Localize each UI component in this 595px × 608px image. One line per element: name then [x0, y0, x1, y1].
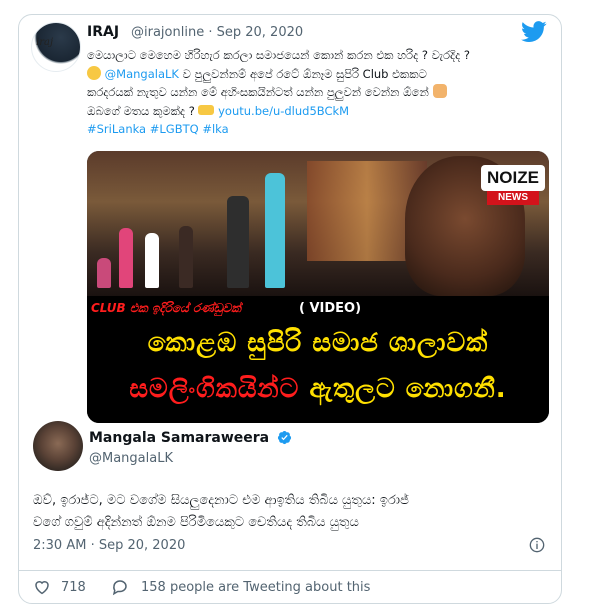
heart-icon[interactable]	[33, 578, 51, 596]
quoted-text-line4: ඔබගේ මතය කුමක්ද ?	[87, 103, 195, 118]
main-text-line1: ඔව්, ඉරාජ්ට, මට වගේම සියලුදෙනාට එම ආඉතිය…	[33, 493, 409, 508]
dancer-figure	[265, 173, 285, 288]
main-author-name[interactable]: Mangala Samaraweera	[89, 430, 269, 446]
noize-news-logo: NOIZE NEWS	[481, 165, 545, 207]
avatar-signature: iraj	[36, 37, 54, 48]
noize-logo-top: NOIZE	[481, 165, 545, 191]
tweeting-about-action[interactable]: 158 people are Tweeting about this	[111, 578, 370, 596]
divider	[19, 570, 561, 571]
dancer-figure	[179, 226, 193, 288]
main-tweet-text: ඔව්, ඉරාජ්ට, මට වගේම සියලුදෙනාට එම ආඉතිය…	[33, 490, 549, 534]
info-icon[interactable]	[529, 537, 545, 553]
quoted-author-handle[interactable]: @irajonline	[131, 25, 204, 40]
headline-line2-red: සමලිංගිකයින්ට	[129, 374, 300, 404]
main-author-handle[interactable]: @MangalaLK	[89, 451, 173, 466]
quoted-tweet[interactable]: iraj IRAJ @irajonline · Sep 20, 2020 මෙය…	[19, 15, 561, 425]
reply-bubble-icon[interactable]	[111, 578, 129, 596]
shrug-emoji-icon	[432, 84, 447, 98]
quoted-text-line2: ව පුලුවන්නම් අපේ රටේ ඕනෑම සුපිරි Club එක…	[182, 66, 427, 81]
headline-line2: සමලිංගිකයින්ට ඇතුලට නොගනී.	[87, 374, 549, 405]
verified-badge-icon	[277, 430, 292, 445]
pointing-hand-icon	[198, 104, 215, 115]
quoted-author-handle-date[interactable]: @irajonline · Sep 20, 2020	[131, 25, 303, 40]
headline-line2-yellow: ඇතුලට නොගනී.	[309, 374, 507, 404]
main-author-name-row[interactable]: Mangala Samaraweera	[89, 430, 292, 446]
hashtags[interactable]: #SriLanka #LGBTQ #lka	[87, 120, 547, 139]
dancer-figure	[227, 196, 249, 288]
twitter-bird-icon[interactable]	[521, 21, 547, 43]
emoji-icon	[87, 65, 101, 80]
main-text-line2: වගේ ගවුම් අදින්නත් ඕනම පිරිමියෙකුට චෙතිය…	[33, 515, 359, 530]
noize-logo-bottom: NEWS	[487, 191, 539, 205]
quoted-author-name[interactable]: IRAJ	[87, 24, 119, 40]
headline-line1: කොළඹ සුපිරි සමාජ ශාලාවක්	[147, 328, 489, 358]
headline-banner: කොළඹ සුපිරි සමාජ ශාලාවක් සමලිංගිකයින්ට ඇ…	[87, 322, 549, 423]
quoted-text-line1: මෙයාලාට මෙහෙම හිරිහැර කරලා සමාජයෙන් කොන්…	[87, 48, 471, 62]
video-thumbnail[interactable]: NOIZE NEWS CLUB එක ඉදිරියේ රණ්ඩුවක් ( VI…	[87, 151, 549, 423]
youtube-link[interactable]: youtu.be/u-dlud5BCkM	[218, 104, 349, 118]
quoted-text-line3: කරදරයක් නැතුව යන්න මේ අහිංසකයින්ටත් යන්න…	[87, 85, 429, 99]
club-scene-image: NOIZE NEWS	[87, 151, 549, 296]
caption-red-text: CLUB එක ඉදිරියේ රණ්ඩුවක්	[91, 301, 241, 315]
mangala-avatar[interactable]	[33, 421, 83, 471]
quoted-date[interactable]: Sep 20, 2020	[217, 25, 304, 40]
tweet-timestamp[interactable]: 2:30 AM · Sep 20, 2020	[33, 538, 185, 553]
video-caption-strip: CLUB එක ඉදිරියේ රණ්ඩුවක් ( VIDEO)	[87, 296, 549, 322]
caption-video-label: ( VIDEO)	[299, 301, 362, 316]
like-count[interactable]: 718	[61, 580, 86, 595]
dancer-figure	[97, 258, 111, 288]
quoted-tweet-text: මෙයාලාට මෙහෙම හිරිහැර කරලා සමාජයෙන් කොන්…	[87, 46, 547, 139]
embedded-tweet-card: iraj IRAJ @irajonline · Sep 20, 2020 මෙය…	[18, 14, 562, 604]
dancer-figure	[119, 228, 133, 288]
dancer-figure	[145, 233, 159, 288]
like-action[interactable]: 718	[33, 578, 86, 596]
mention-link[interactable]: @MangalaLK	[105, 67, 179, 81]
iraj-avatar[interactable]: iraj	[31, 22, 81, 72]
tweeting-about-text[interactable]: 158 people are Tweeting about this	[141, 580, 370, 595]
